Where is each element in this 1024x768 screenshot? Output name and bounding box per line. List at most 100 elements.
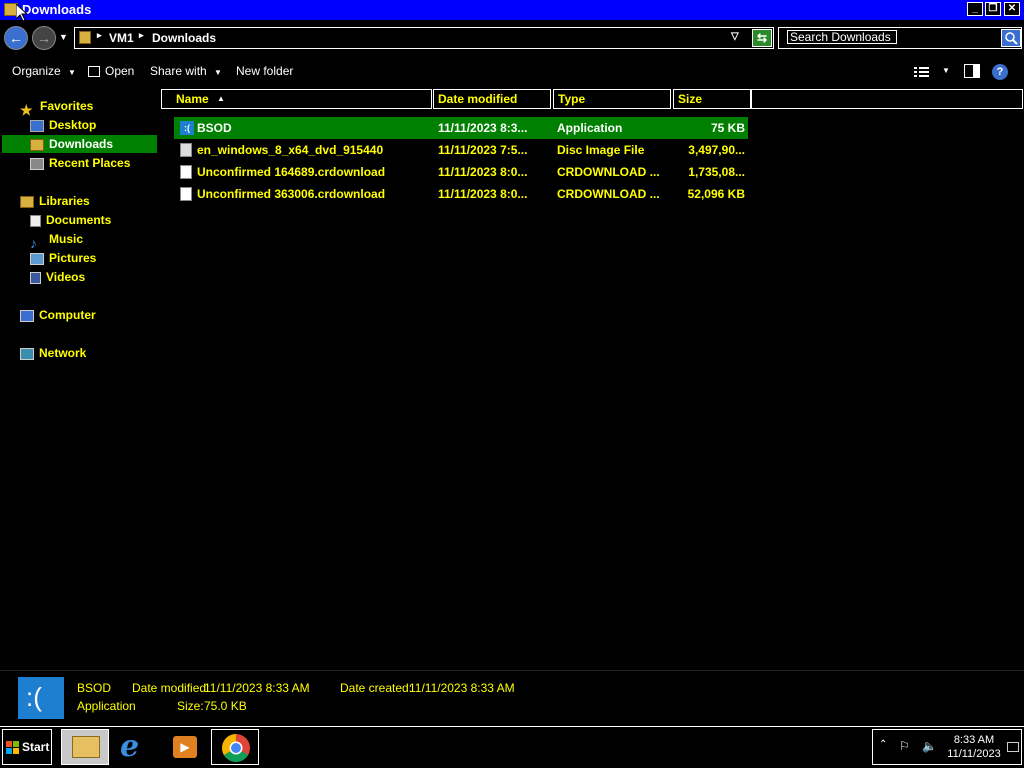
help-icon: ?: [996, 66, 1004, 78]
file-row[interactable]: Unconfirmed 363006.crdownload 11/11/2023…: [174, 183, 748, 205]
organize-menu[interactable]: Organize ▼: [12, 64, 76, 78]
back-button[interactable]: ←: [4, 26, 28, 50]
windows-logo-icon: [6, 741, 19, 754]
address-bar[interactable]: ▸ VM1 ▸ Downloads ▽ ⇆: [74, 27, 774, 49]
downloads-folder-icon: [30, 138, 44, 151]
column-header-date-modified[interactable]: Date modified: [433, 89, 551, 109]
organize-label: Organize: [12, 64, 61, 78]
nav-item-documents-label: Documents: [46, 213, 112, 227]
file-icon: [180, 165, 192, 179]
help-button[interactable]: ?: [992, 64, 1008, 80]
nav-libraries[interactable]: Libraries: [20, 192, 90, 210]
details-file-name: BSOD: [77, 681, 112, 695]
nav-item-downloads[interactable]: Downloads: [30, 135, 113, 153]
libraries-icon: [20, 195, 34, 208]
details-date-modified-value: 11/11/2023 8:33 AM: [204, 681, 310, 695]
file-row[interactable]: Unconfirmed 164689.crdownload 11/11/2023…: [174, 161, 748, 183]
file-row[interactable]: :( BSOD 11/11/2023 8:3... Application 75…: [174, 117, 748, 139]
arrow-left-icon: ←: [9, 30, 23, 46]
nav-network[interactable]: Network: [20, 344, 86, 362]
nav-item-music-label: Music: [49, 232, 84, 246]
breadcrumb-vm1[interactable]: VM1: [109, 31, 134, 45]
taskbar-explorer-button[interactable]: [61, 729, 109, 765]
column-header-size[interactable]: Size: [673, 89, 751, 109]
refresh-icon: ⇆: [756, 31, 768, 45]
file-name: BSOD: [197, 121, 232, 135]
search-box[interactable]: Search Downloads: [778, 27, 1022, 49]
show-desktop-icon[interactable]: [1007, 742, 1019, 752]
arrow-right-icon: →: [37, 30, 51, 46]
disc-image-icon: [180, 143, 192, 157]
clock[interactable]: 8:33 AM 11/11/2023: [943, 733, 1005, 761]
nav-item-downloads-label: Downloads: [49, 137, 114, 151]
open-icon: [88, 66, 100, 78]
preview-pane-icon: [973, 65, 979, 77]
nav-network-label: Network: [39, 346, 87, 360]
title-bar[interactable]: Downloads _ ❐ ✕: [0, 0, 1024, 20]
file-name: Unconfirmed 363006.crdownload: [197, 187, 386, 201]
media-player-icon: ▶: [173, 736, 197, 758]
view-dropdown-chevron[interactable]: ▼: [942, 66, 950, 75]
file-size: 1,735,08...: [688, 165, 745, 179]
taskbar-ie-button[interactable]: e: [111, 729, 159, 765]
desktop-icon: [30, 119, 44, 132]
file-row[interactable]: en_windows_8_x64_dvd_915440 11/11/2023 7…: [174, 139, 748, 161]
preview-pane-button[interactable]: [964, 64, 980, 78]
nav-computer-label: Computer: [39, 308, 96, 322]
forward-button[interactable]: →: [32, 26, 56, 50]
nav-item-videos[interactable]: Videos: [30, 268, 85, 286]
clock-date: 11/11/2023: [947, 748, 1001, 760]
star-icon: ★: [20, 101, 33, 118]
maximize-button[interactable]: ❐: [985, 2, 1001, 16]
details-file-type: Application: [77, 699, 136, 713]
file-type: Disc Image File: [557, 143, 645, 157]
details-size-label: Size:: [177, 699, 204, 713]
open-button[interactable]: Open: [88, 64, 134, 78]
pictures-icon: [30, 252, 44, 265]
nav-item-desktop[interactable]: Desktop: [30, 116, 96, 134]
nav-item-videos-label: Videos: [46, 270, 86, 284]
recent-pages-dropdown[interactable]: ▼: [59, 32, 68, 42]
share-with-menu[interactable]: Share with ▼: [150, 64, 222, 78]
search-input[interactable]: Search Downloads: [787, 30, 897, 44]
new-folder-button[interactable]: New folder: [236, 64, 293, 78]
nav-libraries-label: Libraries: [39, 194, 90, 208]
file-size: 75 KB: [710, 121, 745, 135]
taskbar-chrome-button[interactable]: [211, 729, 259, 765]
file-icon: [180, 187, 192, 201]
nav-item-recent-places[interactable]: Recent Places: [30, 154, 130, 172]
search-button[interactable]: [1001, 29, 1021, 47]
share-with-label: Share with: [150, 64, 207, 78]
internet-explorer-icon: e: [120, 729, 140, 764]
nav-item-music[interactable]: ♪ Music: [30, 230, 84, 251]
view-options-button[interactable]: [914, 65, 930, 83]
start-button[interactable]: Start: [2, 729, 52, 765]
volume-muted-icon[interactable]: 🔈: [922, 739, 937, 753]
refresh-button[interactable]: ⇆: [752, 29, 772, 47]
nav-item-pictures[interactable]: Pictures: [30, 249, 96, 267]
address-history-dropdown[interactable]: ▽: [731, 31, 739, 42]
start-label: Start: [22, 740, 50, 754]
minimize-button[interactable]: _: [967, 2, 983, 16]
show-hidden-icons-button[interactable]: ⌃: [879, 739, 887, 750]
taskbar-media-player-button[interactable]: ▶: [161, 729, 209, 765]
close-button[interactable]: ✕: [1004, 2, 1020, 16]
nav-favorites[interactable]: ★ Favorites: [20, 97, 93, 118]
breadcrumb-downloads[interactable]: Downloads: [152, 31, 216, 45]
mouse-cursor-icon: [16, 4, 28, 22]
file-type: CRDOWNLOAD ...: [557, 187, 660, 201]
column-header-name[interactable]: Name ▲: [161, 89, 432, 109]
nav-computer[interactable]: Computer: [20, 306, 96, 324]
file-size: 3,497,90...: [688, 143, 745, 157]
search-icon: [1005, 32, 1018, 45]
chevron-right-icon: ▸: [139, 30, 144, 40]
action-center-flag-icon[interactable]: ⚐: [899, 739, 910, 753]
nav-item-recent-places-label: Recent Places: [49, 156, 131, 170]
details-date-created-label: Date created:: [340, 681, 413, 695]
clock-time: 8:33 AM: [953, 734, 995, 746]
column-header-filler: [751, 89, 1023, 109]
file-date-modified: 11/11/2023 7:5...: [438, 143, 528, 157]
recent-places-icon: [30, 157, 44, 170]
nav-item-documents[interactable]: Documents: [30, 211, 111, 229]
column-header-type[interactable]: Type: [553, 89, 671, 109]
